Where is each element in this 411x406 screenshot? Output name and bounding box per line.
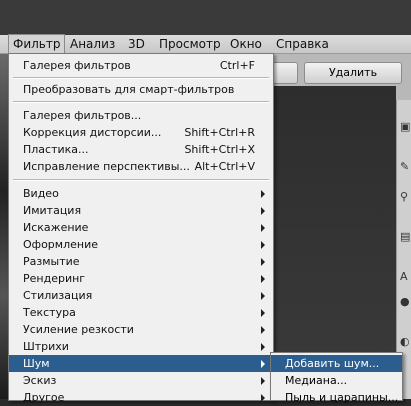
menu-item-sharpen[interactable]: Усиление резкости (9, 321, 273, 338)
menu-bar: Фильтр Анализ 3D Просмотр Окно Справка (0, 34, 411, 54)
menu-item-convert-smart[interactable]: Преобразовать для смарт-фильтров (9, 81, 273, 98)
menu-item-noise[interactable]: Шум (9, 355, 273, 372)
menu-filter[interactable]: Фильтр (8, 34, 66, 54)
submenu-arrow-icon (261, 241, 265, 249)
tool-icon[interactable]: ◐ (400, 335, 410, 348)
menu-item-blur[interactable]: Размытие (9, 253, 273, 270)
menu-separator (13, 179, 269, 181)
submenu-item-median[interactable]: Медиана... (271, 372, 402, 389)
submenu-arrow-icon (261, 394, 265, 402)
menu-item-liquify[interactable]: Пластика... Shift+Ctrl+X (9, 141, 273, 158)
menu-item-texture[interactable]: Текстура (9, 304, 273, 321)
menu-window[interactable]: Окно (226, 35, 266, 53)
menu-item-vanishing-point[interactable]: Исправление перспективы... Alt+Ctrl+V (9, 158, 273, 175)
menu-view[interactable]: Просмотр (155, 35, 225, 53)
menu-item-stylize[interactable]: Стилизация (9, 287, 273, 304)
menu-help[interactable]: Справка (272, 35, 333, 53)
menu-item-lens-correction[interactable]: Коррекция дисторсии... Shift+Ctrl+R (9, 124, 273, 141)
menu-item-sketch[interactable]: Эскиз (9, 372, 273, 389)
submenu-item-dust-scratches[interactable]: Пыль и царапины... (271, 389, 402, 406)
delete-button[interactable]: Удалить (304, 62, 402, 84)
menu-item-video[interactable]: Видео (9, 185, 273, 202)
menu-separator (13, 101, 269, 103)
submenu-arrow-icon (261, 360, 265, 368)
submenu-arrow-icon (261, 326, 265, 334)
menu-item-filter-gallery-last[interactable]: Галерея фильтров Ctrl+F (9, 57, 273, 74)
tool-icon[interactable]: ⚲ (400, 190, 410, 203)
title-bar (0, 0, 411, 35)
submenu-arrow-icon (261, 224, 265, 232)
submenu-arrow-icon (261, 292, 265, 300)
submenu-arrow-icon (261, 258, 265, 266)
panel-button[interactable] (272, 62, 298, 84)
submenu-arrow-icon (261, 275, 265, 283)
image-canvas-edge (0, 54, 8, 399)
tool-icon[interactable]: ▣ (400, 120, 410, 133)
menu-item-distort[interactable]: Искажение (9, 219, 273, 236)
menu-item-filter-gallery[interactable]: Галерея фильтров... (9, 107, 273, 124)
tool-icon[interactable]: ▤ (400, 230, 410, 243)
menu-separator (13, 77, 269, 79)
filter-menu: Галерея фильтров Ctrl+F Преобразовать дл… (8, 53, 274, 404)
submenu-item-add-noise[interactable]: Добавить шум... (271, 355, 402, 372)
menu-item-pixelate[interactable]: Оформление (9, 236, 273, 253)
tool-icon[interactable]: A (400, 270, 410, 283)
submenu-arrow-icon (261, 343, 265, 351)
menu-analysis[interactable]: Анализ (66, 35, 119, 53)
tool-icon[interactable]: ● (400, 295, 410, 308)
submenu-arrow-icon (261, 377, 265, 385)
menu-item-brush-strokes[interactable]: Штрихи (9, 338, 273, 355)
menu-item-other[interactable]: Другое (9, 389, 273, 406)
submenu-arrow-icon (261, 207, 265, 215)
menu-item-artistic[interactable]: Имитация (9, 202, 273, 219)
menu-item-render[interactable]: Рендеринг (9, 270, 273, 287)
menu-3d[interactable]: 3D (124, 35, 149, 53)
submenu-arrow-icon (261, 309, 265, 317)
submenu-arrow-icon (261, 190, 265, 198)
noise-submenu: Добавить шум... Медиана... Пыль и царапи… (270, 352, 403, 404)
tool-icon[interactable]: ✎ (400, 160, 410, 173)
